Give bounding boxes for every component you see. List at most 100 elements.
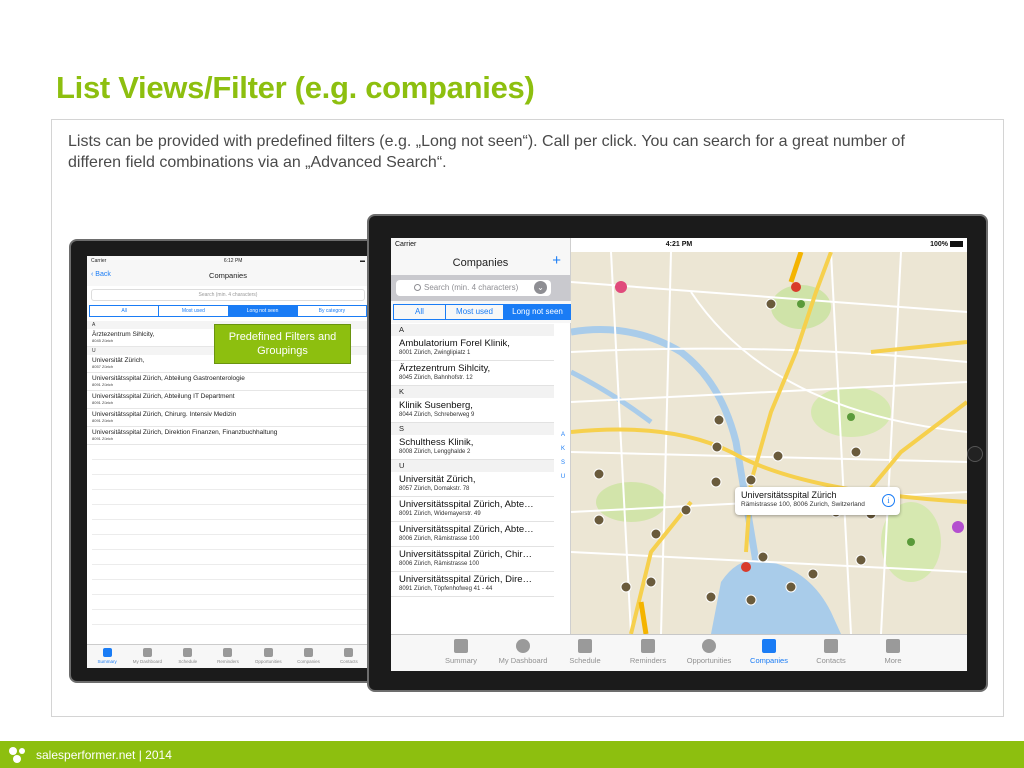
- tab-label: More: [884, 656, 902, 665]
- segment-by-category[interactable]: By category: [298, 306, 366, 316]
- reminders-icon: [641, 639, 655, 653]
- contacts-icon: [344, 648, 354, 657]
- summary-icon: [454, 639, 468, 653]
- info-icon[interactable]: i: [882, 494, 895, 507]
- more-icon: [886, 639, 900, 653]
- segment-all[interactable]: All: [90, 306, 160, 316]
- index-letter[interactable]: A: [559, 428, 567, 442]
- list-item[interactable]: Universitätsspital Zürich, Direktion Fin…: [87, 427, 369, 445]
- company-name: Universitätsspital Zürich, Chirurg. Inte…: [92, 411, 237, 418]
- tab-label: Contacts: [339, 659, 358, 664]
- tab-my-dashboard[interactable]: My Dashboard: [127, 645, 167, 668]
- company-name: Klinik Susenberg,: [399, 400, 473, 411]
- ipad-portrait-screen: Carrier 6:12 PM ▬ ‹ Back Companies Searc…: [87, 256, 369, 668]
- battery-label: 100%: [930, 241, 948, 248]
- company-address: 8006 Zürich, Rämistrasse 100: [399, 536, 480, 542]
- companies-icon: [304, 648, 314, 657]
- status-time: 6:12 PM: [223, 258, 243, 264]
- filter-segmented-control: All Most used Long not seen: [391, 301, 571, 323]
- tab-reminders[interactable]: Reminders: [618, 639, 678, 665]
- empty-row: [92, 610, 369, 625]
- footer-brand: salesperformer.net | 2014: [36, 748, 172, 762]
- chevron-down-icon[interactable]: ⌄: [534, 281, 547, 294]
- company-name: Universitätsspital Zürich, Abteilung IT …: [92, 393, 235, 400]
- section-index[interactable]: AKSU: [559, 428, 567, 484]
- tab-more[interactable]: More: [863, 639, 923, 665]
- list-item[interactable]: Universitätsspital Zürich, Dire… 8091 Zür…: [391, 572, 554, 597]
- tab-contacts[interactable]: Contacts: [801, 639, 861, 665]
- callout-label: Predefined Filters and Groupings: [214, 324, 351, 364]
- index-letter[interactable]: U: [559, 470, 567, 484]
- tab-opportunities[interactable]: Opportunities: [248, 645, 288, 668]
- company-address: 8091 Zürich: [92, 418, 114, 423]
- empty-row: [92, 490, 369, 505]
- tab-companies[interactable]: Companies: [739, 639, 799, 665]
- nav-bar: ‹ Back Companies: [87, 266, 369, 286]
- company-name: Universitätsspital Zürich, Abte…: [399, 524, 534, 535]
- nav-title: Companies: [209, 271, 247, 280]
- tab-summary[interactable]: Summary: [431, 639, 491, 665]
- home-button[interactable]: [967, 446, 983, 462]
- segment-long-not-seen[interactable]: Long not seen: [503, 304, 571, 320]
- opportunities-icon: [263, 648, 273, 657]
- company-address: 8091 Zürich, Töpfenhofweg 41 - 44: [399, 586, 493, 592]
- list-item[interactable]: Schulthess Klinik, 8008 Zürich, Lengghald…: [391, 435, 554, 460]
- tab-label: Reminders: [629, 656, 667, 665]
- map-canvas: [571, 252, 967, 634]
- empty-row: [92, 595, 369, 610]
- tab-opportunities[interactable]: Opportunities: [679, 639, 739, 665]
- battery-icon: ▬: [360, 258, 365, 264]
- company-name: Universitätsspital Zürich, Direktion Fin…: [92, 429, 278, 436]
- plus-icon[interactable]: +: [552, 252, 561, 269]
- company-address: 8091 Zürich: [92, 436, 114, 441]
- tab-my-dashboard[interactable]: My Dashboard: [493, 639, 553, 665]
- tab-reminders[interactable]: Reminders: [208, 645, 248, 668]
- carrier-label: Carrier: [91, 258, 107, 264]
- schedule-icon: [578, 639, 592, 653]
- list-item[interactable]: Klinik Susenberg, 8044 Zürich, Schreberwe…: [391, 398, 554, 423]
- list-item[interactable]: Universitätsspital Zürich, Abteilung Gas…: [87, 373, 369, 391]
- contacts-icon: [824, 639, 838, 653]
- segment-all[interactable]: All: [393, 304, 445, 320]
- tab-schedule[interactable]: Schedule: [555, 639, 615, 665]
- segment-most-used[interactable]: Most used: [445, 304, 503, 320]
- tab-schedule[interactable]: Schedule: [168, 645, 208, 668]
- battery-icon: [950, 241, 963, 248]
- list-item[interactable]: Universitätsspital Zürich, Chir… 8006 Zür…: [391, 547, 554, 572]
- empty-row: [92, 535, 369, 550]
- list-item[interactable]: Universitätsspital Zürich, Abte… 8006 Zür…: [391, 522, 554, 547]
- list-item[interactable]: Universitätsspital Zürich, Abte… 8091 Zür…: [391, 497, 554, 522]
- tab-companies[interactable]: Companies: [288, 645, 328, 668]
- empty-row: [92, 445, 369, 460]
- segment-long-not-seen[interactable]: Long not seen: [228, 306, 298, 316]
- list-item[interactable]: Ärztezentrum Sihlcity, 8045 Zürich, Bahnh…: [391, 361, 554, 386]
- index-letter[interactable]: K: [559, 442, 567, 456]
- map-view[interactable]: Universitätsspital Zürich Rämistrasse 10…: [571, 252, 967, 634]
- status-time: 4:21 PM: [665, 241, 693, 248]
- search-input[interactable]: Search (min. 4 characters): [396, 280, 551, 296]
- tab-label: Schedule: [178, 659, 198, 664]
- company-address: 8006 Zürich, Rämistrasse 100: [399, 561, 480, 567]
- company-name: Universität Zürich,: [399, 474, 476, 485]
- slide: List Views/Filter (e.g. companies) Lists…: [0, 0, 1024, 768]
- master-title: Companies: [452, 257, 509, 269]
- company-address: 8008 Zürich, Lengghalde 2: [399, 449, 471, 455]
- ipad-landscape-device: Companies + Search (min. 4 characters) ⌄…: [367, 214, 988, 692]
- list-item[interactable]: Universität Zürich, 8057 Zürich, Domakstr…: [391, 472, 554, 497]
- salesperformer-logo-icon: [9, 747, 25, 763]
- list-item[interactable]: Ambulatorium Forel Klinik, 8001 Zürich, Z…: [391, 336, 554, 361]
- index-letter[interactable]: S: [559, 456, 567, 470]
- segment-most-used[interactable]: Most used: [159, 306, 229, 316]
- list-item[interactable]: Universitätsspital Zürich, Chirurg. Inte…: [87, 409, 369, 427]
- search-input[interactable]: Search (min. 4 characters): [91, 289, 365, 301]
- tab-contacts[interactable]: Contacts: [329, 645, 369, 668]
- tab-label: Summary: [444, 656, 478, 665]
- search-bar: Search (min. 4 characters) ⌄: [391, 275, 570, 301]
- status-bar: Carrier 4:21 PM 100%: [391, 238, 967, 252]
- tab-summary[interactable]: Summary: [87, 645, 127, 668]
- empty-row: [92, 520, 369, 535]
- company-name: Universitätsspital Zürich, Abte…: [399, 499, 534, 510]
- map-annotation-callout[interactable]: Universitätsspital Zürich Rämistrasse 10…: [735, 487, 900, 515]
- list-item[interactable]: Universitätsspital Zürich, Abteilung IT …: [87, 391, 369, 409]
- section-header: K: [391, 386, 554, 398]
